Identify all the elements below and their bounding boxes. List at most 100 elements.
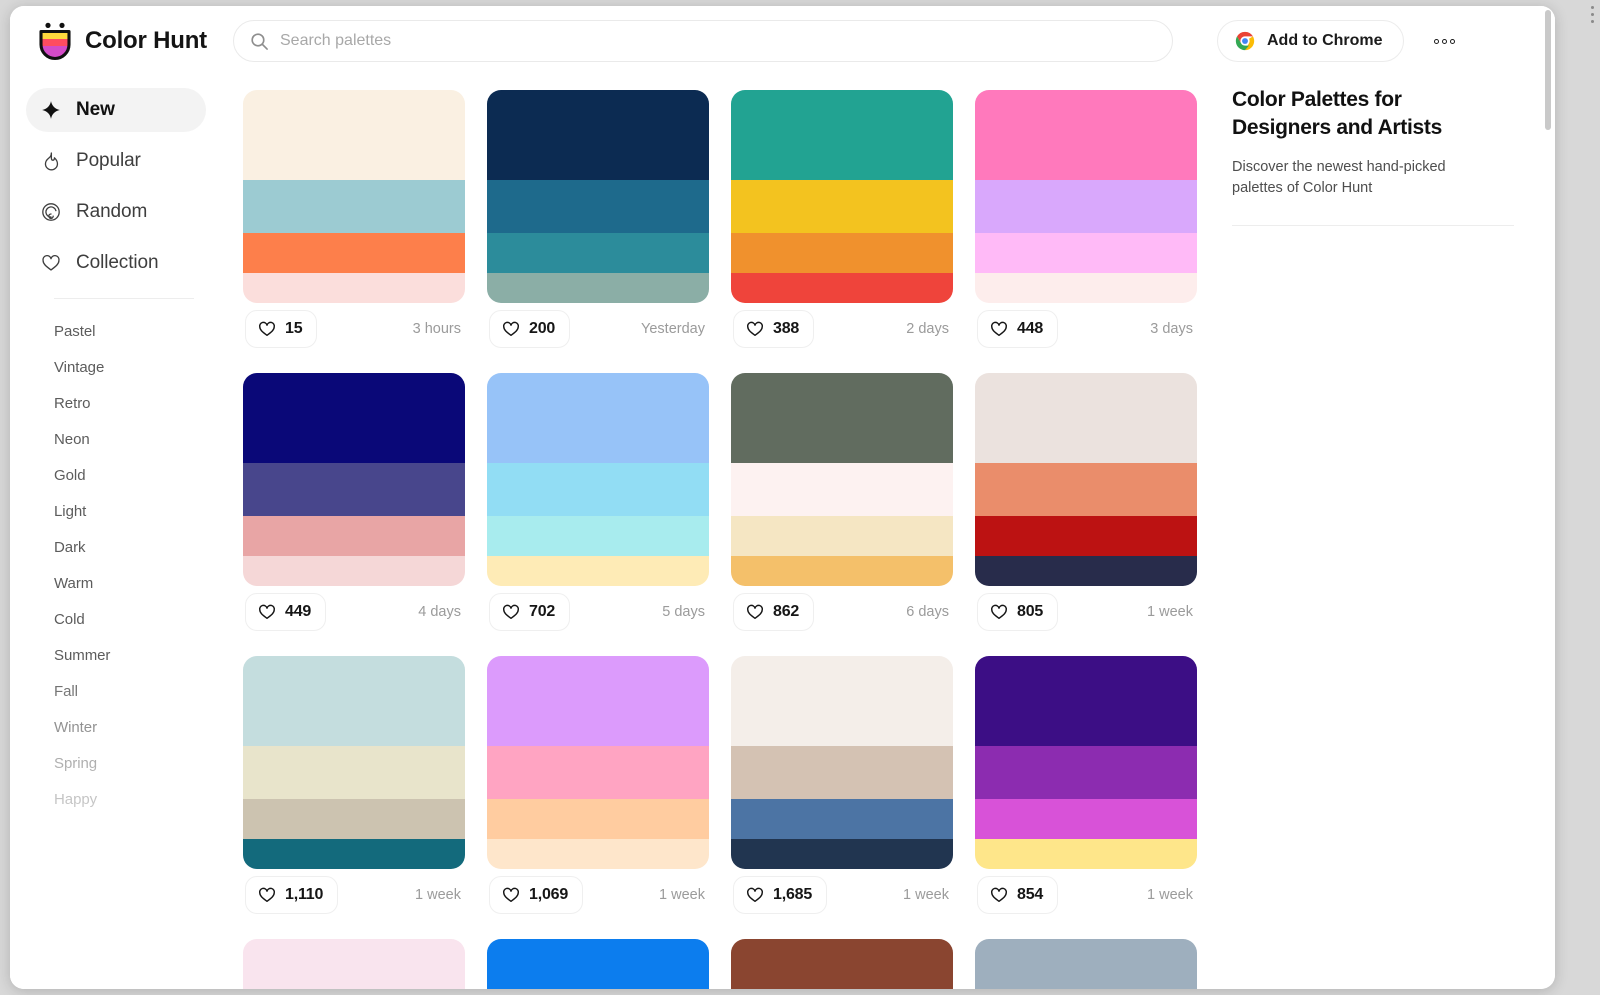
palette-card[interactable]: 4483 days xyxy=(975,90,1197,355)
tag-winter[interactable]: Winter xyxy=(10,709,222,745)
palette-swatch[interactable] xyxy=(731,273,953,303)
search-input[interactable] xyxy=(234,21,1172,61)
palette-swatch[interactable] xyxy=(975,463,1197,516)
palette-swatches[interactable] xyxy=(975,656,1197,869)
palette-swatches[interactable] xyxy=(243,373,465,586)
tag-summer[interactable]: Summer xyxy=(10,637,222,673)
palette-swatch[interactable] xyxy=(731,799,953,839)
palette-swatch[interactable] xyxy=(975,516,1197,556)
palette-swatch[interactable] xyxy=(731,463,953,516)
palette-swatch[interactable] xyxy=(243,656,465,746)
tag-retro[interactable]: Retro xyxy=(10,385,222,421)
tag-vintage[interactable]: Vintage xyxy=(10,349,222,385)
palette-swatch[interactable] xyxy=(243,373,465,463)
palette-swatch[interactable] xyxy=(243,273,465,303)
palette-swatch[interactable] xyxy=(243,799,465,839)
sidebar-item-random[interactable]: Random xyxy=(26,190,206,234)
like-button[interactable]: 1,685 xyxy=(733,876,827,914)
palette-swatches[interactable] xyxy=(731,939,953,989)
tag-fall[interactable]: Fall xyxy=(10,673,222,709)
add-to-chrome-button[interactable]: Add to Chrome xyxy=(1217,20,1404,62)
palette-swatch[interactable] xyxy=(243,180,465,233)
palette-card[interactable]: 8626 days xyxy=(731,373,953,638)
palette-swatch[interactable] xyxy=(487,939,709,989)
scrollbar-thumb[interactable] xyxy=(1545,10,1551,130)
sidebar-item-popular[interactable]: Popular xyxy=(26,139,206,183)
palette-swatch[interactable] xyxy=(975,90,1197,180)
palette-swatch[interactable] xyxy=(975,373,1197,463)
like-button[interactable]: 15 xyxy=(245,310,317,348)
palette-card[interactable]: 1,6851 week xyxy=(731,656,953,921)
palette-card[interactable]: 3882 days xyxy=(731,90,953,355)
tag-warm[interactable]: Warm xyxy=(10,565,222,601)
palette-swatches[interactable] xyxy=(487,656,709,869)
like-button[interactable]: 702 xyxy=(489,593,570,631)
palette-swatches[interactable] xyxy=(243,656,465,869)
palette-swatch[interactable] xyxy=(975,180,1197,233)
tag-happy[interactable]: Happy xyxy=(10,781,222,817)
more-horizontal-icon[interactable] xyxy=(1428,24,1462,58)
tag-light[interactable]: Light xyxy=(10,493,222,529)
palette-swatch[interactable] xyxy=(731,373,953,463)
palette-swatches[interactable] xyxy=(731,373,953,586)
palette-swatch[interactable] xyxy=(975,799,1197,839)
palette-swatch[interactable] xyxy=(975,656,1197,746)
like-button[interactable]: 200 xyxy=(489,310,570,348)
palette-swatches[interactable] xyxy=(487,90,709,303)
palette-swatch[interactable] xyxy=(487,656,709,746)
palette-swatch[interactable] xyxy=(731,180,953,233)
palette-swatch[interactable] xyxy=(975,233,1197,273)
palette-swatch[interactable] xyxy=(487,839,709,869)
like-button[interactable]: 1,069 xyxy=(489,876,583,914)
palette-swatch[interactable] xyxy=(487,463,709,516)
palette-swatch[interactable] xyxy=(731,839,953,869)
palette-swatches[interactable] xyxy=(243,90,465,303)
like-button[interactable]: 388 xyxy=(733,310,814,348)
palette-swatch[interactable] xyxy=(243,90,465,180)
palette-swatch[interactable] xyxy=(731,90,953,180)
window-scrollbar[interactable] xyxy=(1541,6,1555,989)
palette-swatch[interactable] xyxy=(975,273,1197,303)
palette-swatch[interactable] xyxy=(975,939,1197,989)
like-button[interactable]: 854 xyxy=(977,876,1058,914)
tag-neon[interactable]: Neon xyxy=(10,421,222,457)
palette-card[interactable]: 200Yesterday xyxy=(487,90,709,355)
palette-swatches[interactable] xyxy=(487,373,709,586)
palette-card[interactable]: 1,1101 week xyxy=(243,656,465,921)
palette-swatch[interactable] xyxy=(487,233,709,273)
palette-card[interactable]: 153 hours xyxy=(243,90,465,355)
palette-swatch[interactable] xyxy=(731,939,953,989)
palette-swatch[interactable] xyxy=(731,746,953,799)
sidebar-item-new[interactable]: New xyxy=(26,88,206,132)
palette-swatches[interactable] xyxy=(243,939,465,989)
palette-card[interactable] xyxy=(487,939,709,989)
palette-swatch[interactable] xyxy=(243,556,465,586)
palette-swatches[interactable] xyxy=(731,656,953,869)
palette-card[interactable]: 4494 days xyxy=(243,373,465,638)
palette-swatches[interactable] xyxy=(975,373,1197,586)
palette-swatches[interactable] xyxy=(975,90,1197,303)
tag-cold[interactable]: Cold xyxy=(10,601,222,637)
palette-card[interactable] xyxy=(243,939,465,989)
palette-swatch[interactable] xyxy=(731,656,953,746)
palette-card[interactable]: 1,0691 week xyxy=(487,656,709,921)
search-bar[interactable] xyxy=(233,20,1173,62)
like-button[interactable]: 449 xyxy=(245,593,326,631)
palette-swatch[interactable] xyxy=(487,273,709,303)
palette-swatch[interactable] xyxy=(243,233,465,273)
palette-swatch[interactable] xyxy=(487,516,709,556)
palette-swatch[interactable] xyxy=(243,839,465,869)
palette-swatch[interactable] xyxy=(487,556,709,586)
palette-card[interactable]: 8051 week xyxy=(975,373,1197,638)
palette-swatch[interactable] xyxy=(731,556,953,586)
like-button[interactable]: 448 xyxy=(977,310,1058,348)
palette-card[interactable] xyxy=(975,939,1197,989)
palette-swatches[interactable] xyxy=(975,939,1197,989)
palette-swatch[interactable] xyxy=(975,556,1197,586)
palette-swatch[interactable] xyxy=(243,746,465,799)
like-button[interactable]: 1,110 xyxy=(245,876,338,914)
palette-swatch[interactable] xyxy=(243,516,465,556)
like-button[interactable]: 805 xyxy=(977,593,1058,631)
palette-swatches[interactable] xyxy=(731,90,953,303)
brand[interactable]: Color Hunt xyxy=(36,21,226,61)
